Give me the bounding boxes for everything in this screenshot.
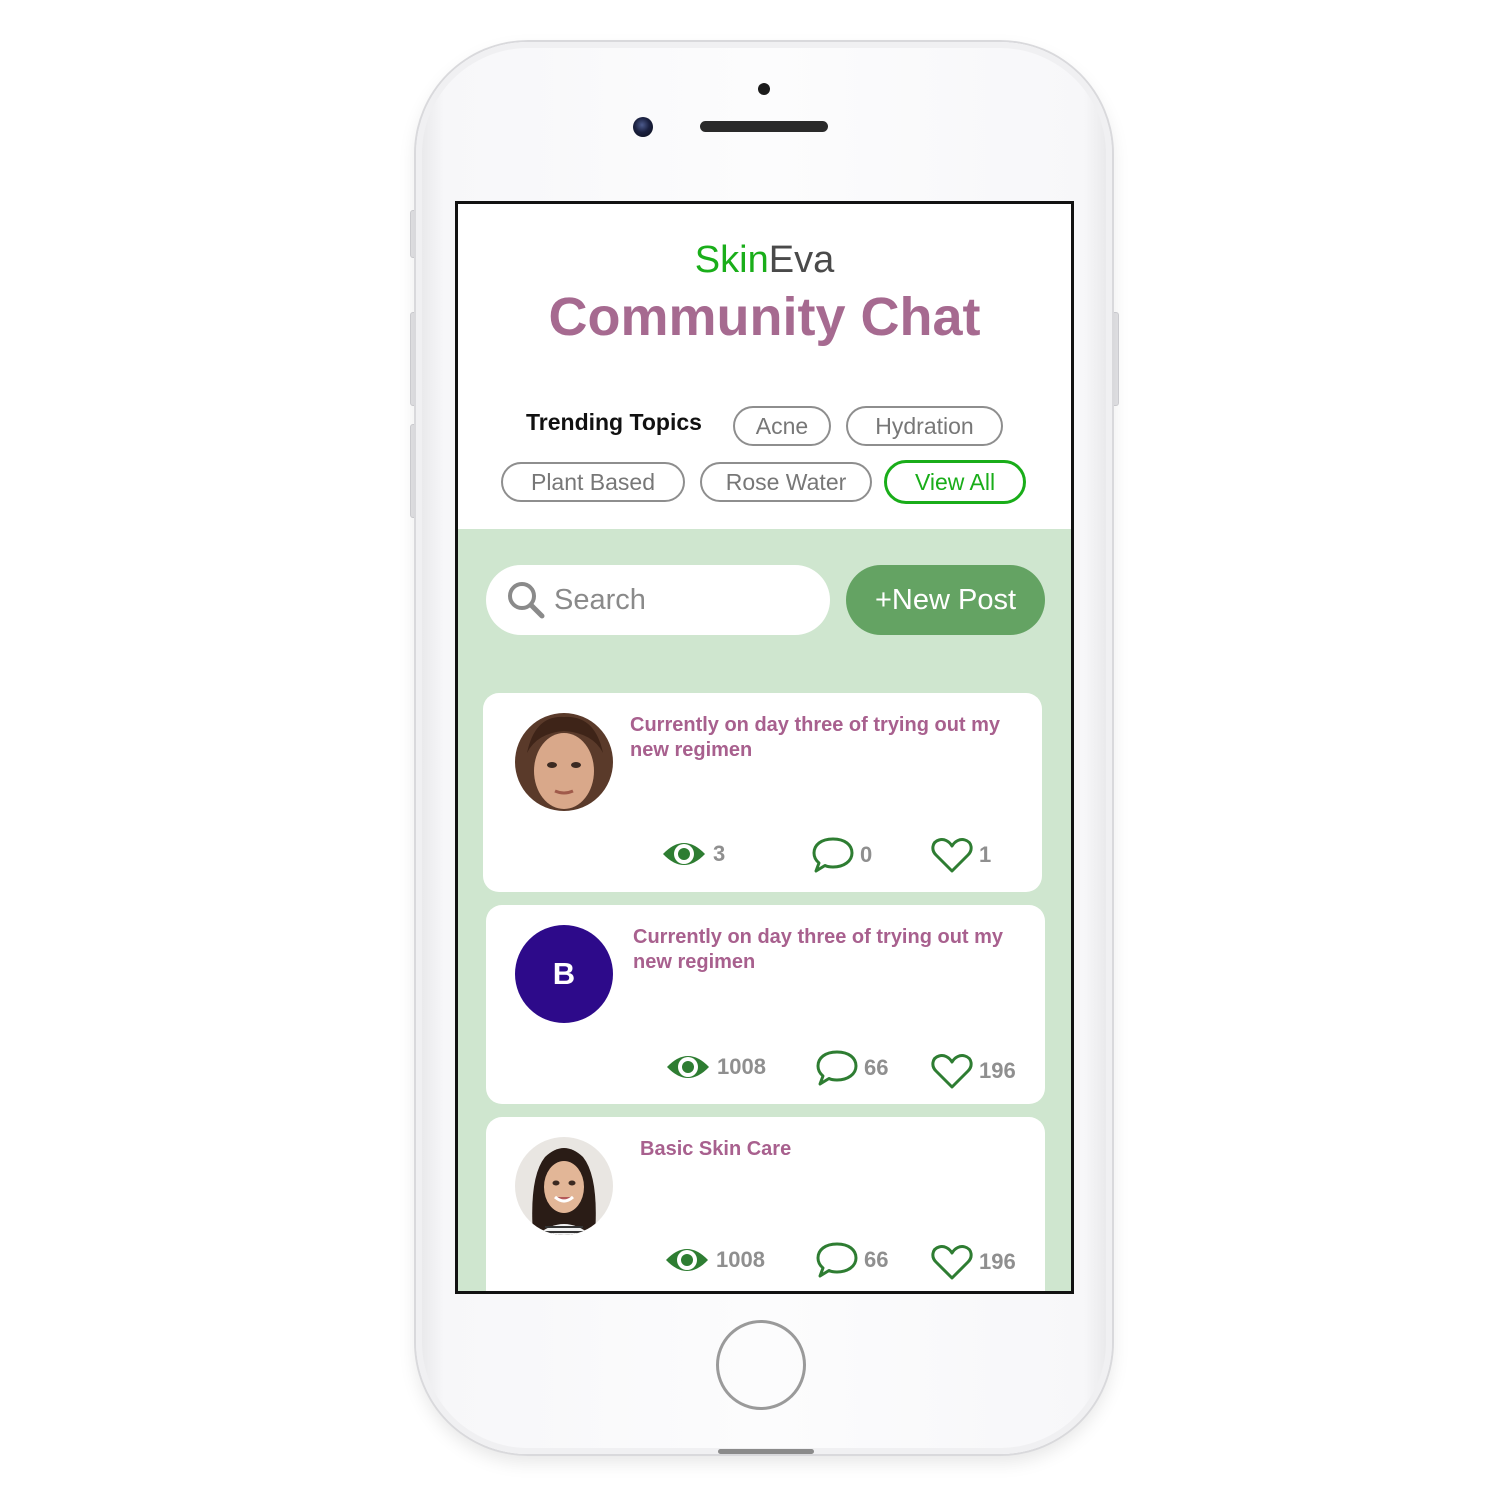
topic-chip-rose-water[interactable]: Rose Water [700,462,872,502]
user-avatar [515,1137,613,1235]
comment-icon [816,1050,858,1086]
comment-icon [816,1242,858,1278]
comments-stat[interactable]: 66 [816,1049,888,1087]
home-button[interactable] [716,1320,806,1410]
comments-count: 0 [860,842,873,867]
search-placeholder: Search [554,583,646,616]
views-stat: 1008 [664,1244,765,1276]
post-card[interactable]: B Currently on day three of trying out m… [486,905,1045,1104]
heart-icon [931,1054,973,1089]
heart-icon [931,838,973,873]
topic-chip-plant-based[interactable]: Plant Based [501,462,685,502]
app-brand: SkinEva [458,238,1071,282]
post-text: Currently on day three of trying out my … [633,926,1004,973]
likes-stat[interactable]: 196 [931,1052,1016,1090]
brand-eva: Eva [768,239,835,281]
eye-icon [666,1249,708,1271]
comments-stat[interactable]: 0 [812,836,872,874]
view-all-topics-button[interactable]: View All [884,460,1026,504]
app-screen: SkinEva Community Chat Trending Topics A… [455,201,1074,1294]
topic-chip-acne[interactable]: Acne [733,406,831,446]
search-input[interactable]: Search [486,565,830,635]
page-title: Community Chat [548,287,981,347]
likes-stat[interactable]: 1 [931,836,991,874]
views-stat: 1008 [665,1051,766,1083]
views-count: 3 [713,841,726,866]
post-card[interactable]: Basic Skin Care 1008 66 196 [486,1117,1045,1291]
new-post-button[interactable]: +New Post [846,565,1045,635]
comments-count: 66 [864,1247,889,1272]
topic-chip-hydration[interactable]: Hydration [846,406,1003,446]
likes-stat[interactable]: 196 [931,1243,1016,1281]
earpiece-speaker [700,121,828,132]
likes-count: 196 [979,1058,1016,1083]
views-stat: 3 [661,838,725,870]
heart-icon [931,1245,973,1280]
front-camera [633,117,653,137]
search-icon [508,582,545,619]
comment-icon [812,837,854,873]
views-count: 1008 [716,1247,765,1272]
comments-stat[interactable]: 66 [816,1241,888,1279]
likes-count: 1 [979,842,992,867]
user-avatar-letter: B [515,925,613,1023]
bottom-edge [718,1449,814,1454]
trending-topics-label: Trending Topics [526,409,702,435]
comments-count: 66 [864,1055,889,1080]
post-text: Basic Skin Care [640,1138,792,1160]
user-avatar [515,713,613,811]
eye-icon [667,1056,709,1078]
eye-icon [663,843,705,865]
likes-count: 196 [979,1249,1016,1274]
post-text: Currently on day three of trying out my … [630,714,1001,761]
brand-skin: Skin [694,239,769,281]
proximity-sensor [758,83,770,95]
views-count: 1008 [717,1054,766,1079]
post-card[interactable]: Currently on day three of trying out my … [483,693,1042,892]
